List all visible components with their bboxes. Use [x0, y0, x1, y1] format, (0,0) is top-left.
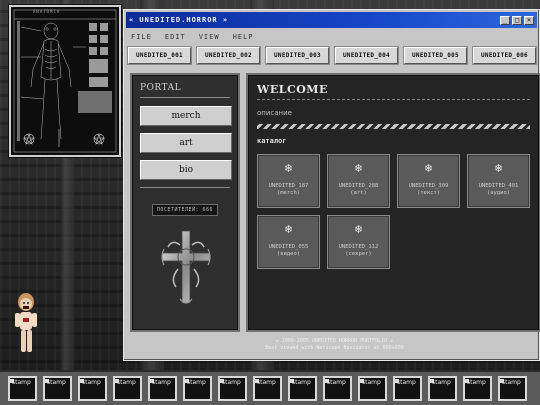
tab-unedited-005[interactable]: UNEDITED_005	[404, 47, 467, 64]
stamp-label: stamp	[292, 379, 311, 386]
stamp-badge[interactable]: stamp	[463, 376, 492, 401]
menu-edit[interactable]: EDIT	[165, 33, 186, 41]
doll-figure-image	[15, 293, 37, 352]
stamp-label: stamp	[432, 379, 451, 386]
tab-unedited-003[interactable]: UNEDITED_003	[266, 47, 329, 64]
catalog-item-type: (текст)	[416, 190, 441, 196]
spiderweb-icon: ❄	[354, 161, 363, 175]
catalog-item-name: UNEDITED_055	[268, 244, 309, 250]
stamp-badge[interactable]: stamp	[148, 376, 177, 401]
spiderweb-icon: ❄	[494, 161, 503, 175]
welcome-heading: WELCOME	[257, 83, 530, 100]
stamp-label: stamp	[152, 379, 171, 386]
spiderweb-icon: ❄	[284, 222, 293, 236]
stamp-badge[interactable]: stamp	[498, 376, 527, 401]
stamp-label: stamp	[362, 379, 381, 386]
portal-heading: PORTAL	[140, 83, 230, 98]
stamp-label: stamp	[82, 379, 101, 386]
visitor-counter: ПОСЕТИТЕЛЕЙ: 666	[151, 204, 219, 216]
stamp-badge[interactable]: stamp	[78, 376, 107, 401]
tab-unedited-004[interactable]: UNEDITED_004	[335, 47, 398, 64]
catalog-item-text[interactable]: ❄ UNEDITED_309 (текст)	[397, 154, 460, 208]
catalog-heading: каталог	[257, 137, 287, 145]
portal-sidebar: PORTAL merch art bio ПОСЕТИТЕЛЕЙ: 666	[130, 73, 240, 332]
stamp-label: stamp	[117, 379, 136, 386]
stamp-label: stamp	[222, 379, 241, 386]
catalog-item-type: (секрет)	[345, 251, 372, 257]
main-window: « UNEDITED.HORROR » _ □ × FILE EDIT VIEW…	[123, 9, 540, 361]
catalog-item-type: (аудио)	[486, 190, 511, 196]
stamp-badge[interactable]: stamp	[43, 376, 72, 401]
stamp-label: stamp	[327, 379, 346, 386]
catalog-item-name: UNEDITED_309	[408, 183, 449, 189]
tab-unedited-001[interactable]: UNEDITED_001	[128, 47, 191, 64]
menu-file[interactable]: FILE	[131, 33, 152, 41]
stamp-badge[interactable]: stamp	[393, 376, 422, 401]
visitor-counter-row: ПОСЕТИТЕЛЕЙ: 666	[140, 187, 230, 216]
stamp-badge[interactable]: stamp	[288, 376, 317, 401]
stamp-label: stamp	[12, 379, 31, 386]
tab-unedited-006[interactable]: UNEDITED_006	[473, 47, 536, 64]
close-button[interactable]: ×	[524, 15, 534, 25]
stamp-badge[interactable]: stamp	[113, 376, 142, 401]
anatomy-figure-illustration	[13, 9, 117, 153]
window-footer: ☠ 2000-2005 UNEDITED HORROR PORTFOLIO ☠ …	[130, 334, 539, 360]
spiderweb-icon: ❄	[354, 222, 363, 236]
maximize-button[interactable]: □	[512, 15, 522, 25]
poster-title-art: ANATOMIA	[33, 9, 61, 14]
catalog-item-name: UNEDITED_187	[268, 183, 309, 189]
catalog-item-merch[interactable]: ❄ UNEDITED_187 (merch)	[257, 154, 320, 208]
merch-button[interactable]: merch	[140, 106, 232, 126]
catalog-item-secret[interactable]: ❄ UNEDITED_112 (секрет)	[327, 215, 390, 269]
stamp-label: stamp	[257, 379, 276, 386]
stamp-badge[interactable]: stamp	[428, 376, 457, 401]
stamp-label: stamp	[47, 379, 66, 386]
stamp-badge[interactable]: stamp	[8, 376, 37, 401]
anatomy-poster-image: ANATOMIA	[8, 4, 122, 158]
main-panel: WELCOME описание каталог ❄ UNEDITED_187 …	[246, 73, 540, 332]
stamp-label: stamp	[502, 379, 521, 386]
window-titlebar[interactable]: « UNEDITED.HORROR » _ □ ×	[126, 12, 537, 28]
menu-bar: FILE EDIT VIEW HELP	[124, 30, 539, 43]
menu-view[interactable]: VIEW	[199, 33, 220, 41]
minimize-button[interactable]: _	[500, 15, 510, 25]
window-title: « UNEDITED.HORROR »	[129, 16, 229, 24]
spiderweb-icon: ❄	[284, 161, 293, 175]
stamp-badge[interactable]: stamp	[323, 376, 352, 401]
hazard-stripe-divider	[257, 124, 530, 129]
catalog-item-name: UNEDITED_288	[338, 183, 379, 189]
spiderweb-icon: ❄	[424, 161, 433, 175]
stamp-badge[interactable]: stamp	[183, 376, 212, 401]
description-text: описание	[257, 109, 292, 117]
catalog-item-name: UNEDITED_401	[478, 183, 519, 189]
catalog-item-type: (видео)	[276, 251, 301, 257]
catalog-item-type: (art)	[350, 190, 367, 196]
stamp-badge[interactable]: stamp	[358, 376, 387, 401]
catalog-item-video[interactable]: ❄ UNEDITED_055 (видео)	[257, 215, 320, 269]
catalog-item-name: UNEDITED_112	[338, 244, 379, 250]
stamp-label: stamp	[467, 379, 486, 386]
catalog-grid: ❄ UNEDITED_187 (merch) ❄ UNEDITED_288 (a…	[257, 154, 530, 269]
stamp-label: stamp	[397, 379, 416, 386]
catalog-item-audio[interactable]: ❄ UNEDITED_401 (аудио)	[467, 154, 530, 208]
content-area: PORTAL merch art bio ПОСЕТИТЕЛЕЙ: 666 WE…	[130, 73, 540, 332]
footer-copyright: ☠ 2000-2005 UNEDITED HORROR PORTFOLIO ☠	[275, 338, 394, 344]
bio-button[interactable]: bio	[140, 160, 232, 180]
tab-unedited-002[interactable]: UNEDITED_002	[197, 47, 260, 64]
stamp-label: stamp	[187, 379, 206, 386]
catalog-item-type: (merch)	[276, 190, 301, 196]
ornate-cross-image	[161, 230, 211, 304]
menu-help[interactable]: HELP	[233, 33, 254, 41]
catalog-item-art[interactable]: ❄ UNEDITED_288 (art)	[327, 154, 390, 208]
tab-bar: UNEDITED_001 UNEDITED_002 UNEDITED_003 U…	[124, 43, 539, 65]
art-button[interactable]: art	[140, 133, 232, 153]
stamp-badge[interactable]: stamp	[218, 376, 247, 401]
footer-browser-note: Best viewed with Netscape Navigator at 8…	[265, 345, 404, 351]
stamp-badge[interactable]: stamp	[253, 376, 282, 401]
stamp-strip: stamp stamp stamp stamp stamp stamp stamp stamp…	[0, 370, 540, 405]
